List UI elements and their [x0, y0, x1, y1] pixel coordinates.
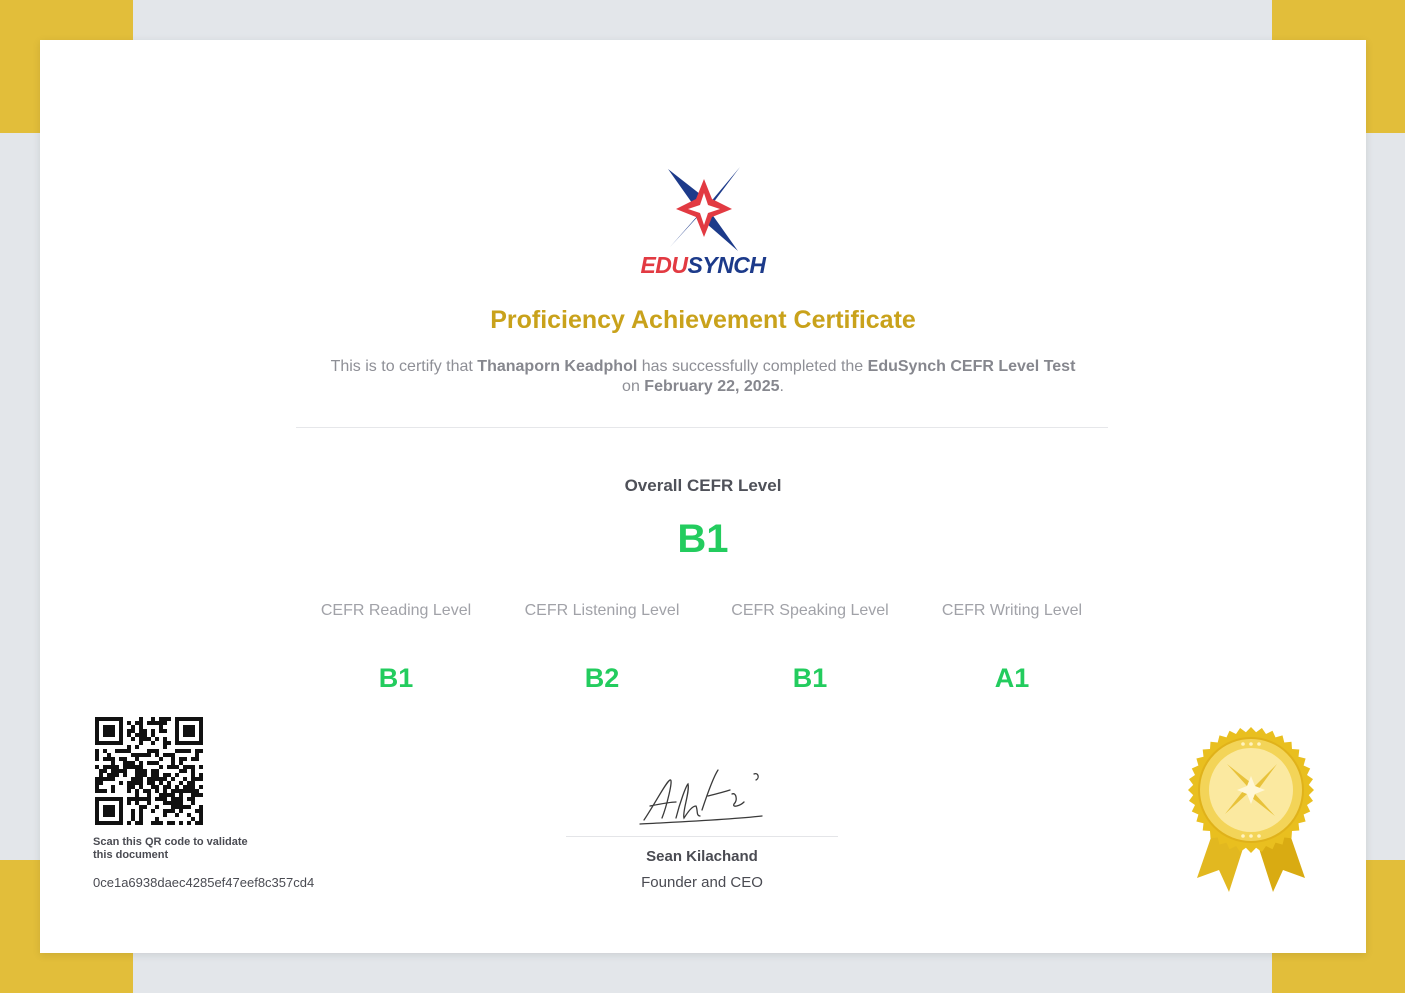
signature-line — [566, 836, 838, 837]
skill-speaking: CEFR Speaking Level B1 — [720, 601, 900, 694]
qr-code-icon[interactable] — [95, 717, 203, 825]
skill-value: B1 — [378, 663, 414, 693]
statement-intro: This is to certify that — [330, 358, 473, 375]
skill-label: CEFR Writing Level — [941, 602, 1083, 619]
date-suffix: . — [779, 378, 784, 395]
skill-label: CEFR Listening Level — [524, 602, 680, 619]
verification-hash: 0ce1a6938daec4285ef47eef8c357cd4 — [93, 875, 315, 890]
star-compass-logo-icon — [668, 167, 740, 251]
overall-level-value: B1 — [677, 517, 729, 561]
statement-middle: has successfully completed the — [641, 358, 864, 375]
qr-caption: Scan this QR code to validate this docum… — [93, 836, 248, 861]
section-divider — [296, 427, 1108, 428]
certificate-statement: This is to certify that Thanaporn Keadph… — [290, 357, 1116, 397]
skill-label: CEFR Speaking Level — [731, 602, 889, 619]
certificate-sheet: EDUSYNCH Proficiency Achievement Certifi… — [40, 40, 1366, 953]
recipient-name: Thanaporn Keadphol — [477, 358, 638, 375]
brand-part-edu: EDU — [640, 252, 688, 278]
overall-level-label: Overall CEFR Level — [624, 476, 782, 495]
skill-value: B2 — [584, 663, 620, 693]
brand-part-synch: SYNCH — [687, 252, 767, 278]
signer-title: Founder and CEO — [641, 874, 763, 891]
skill-value: B1 — [792, 663, 828, 693]
skill-writing: CEFR Writing Level A1 — [922, 601, 1102, 694]
skill-label: CEFR Reading Level — [320, 602, 472, 619]
skill-value: A1 — [994, 663, 1030, 693]
signer-name: Sean Kilachand — [646, 848, 758, 865]
brand-wordmark: EDUSYNCH — [580, 252, 826, 279]
completion-date: February 22, 2025 — [644, 378, 780, 395]
certificate-title: Proficiency Achievement Certificate — [490, 306, 916, 334]
test-name: EduSynch CEFR Level Test — [867, 358, 1076, 375]
date-prefix: on — [622, 378, 640, 395]
skill-reading: CEFR Reading Level B1 — [306, 601, 486, 694]
gold-award-seal-icon — [1188, 727, 1314, 892]
skill-listening: CEFR Listening Level B2 — [512, 601, 692, 694]
signature-icon — [639, 769, 763, 825]
